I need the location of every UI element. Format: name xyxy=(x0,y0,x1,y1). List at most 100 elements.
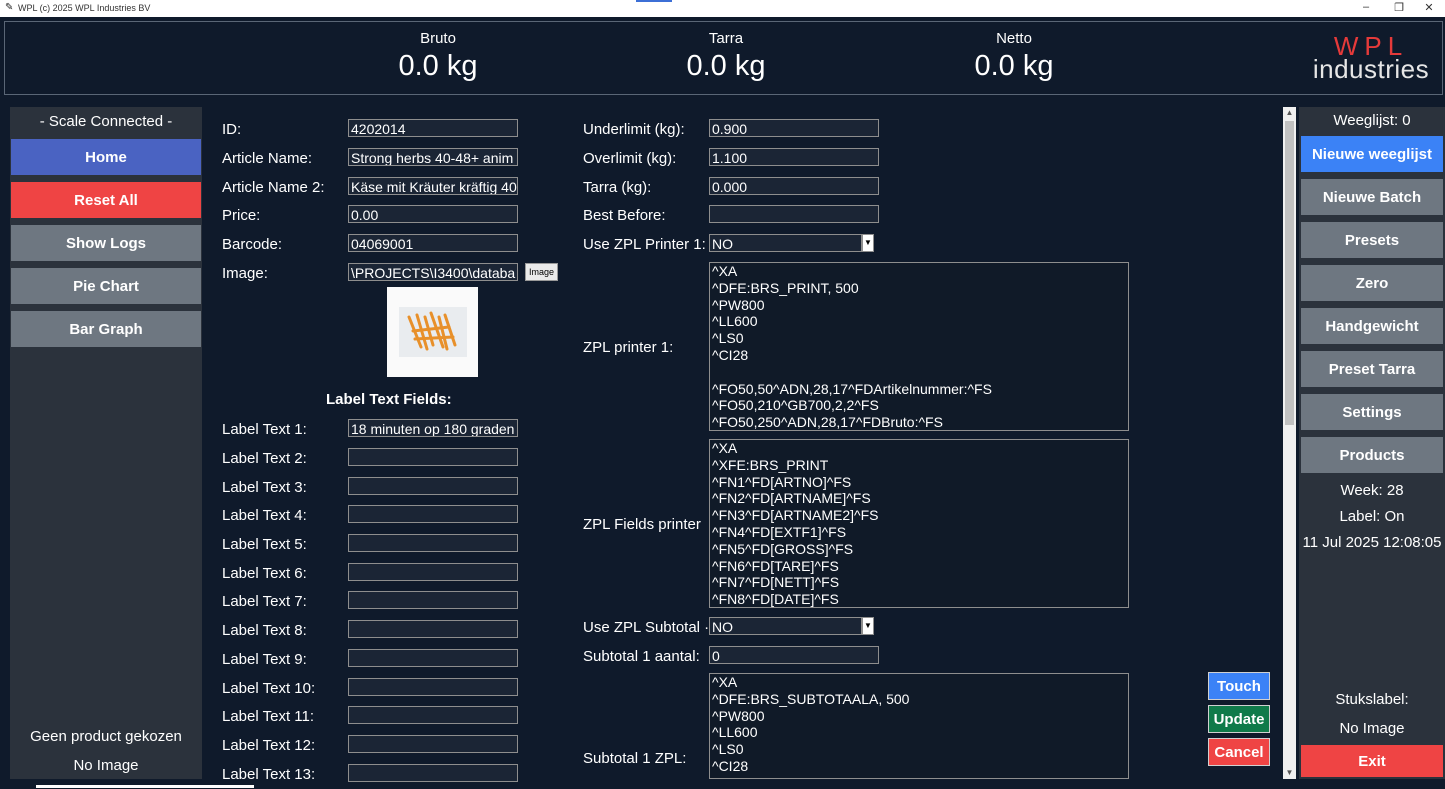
use-zpl-subtotal-select[interactable]: NO xyxy=(709,617,862,635)
chevron-down-icon[interactable]: ▼ xyxy=(862,234,874,252)
price-label: Price: xyxy=(222,207,261,224)
subtotal-zpl-label: Subtotal 1 ZPL: xyxy=(583,750,687,767)
scroll-up-icon[interactable]: ▲ xyxy=(1283,107,1296,119)
article-name2-label: Article Name 2: xyxy=(222,179,325,196)
pie-chart-button[interactable]: Pie Chart xyxy=(11,268,201,304)
nieuwe-weeglijst-button[interactable]: Nieuwe weeglijst xyxy=(1301,136,1443,172)
label-text-12-label: Label Text 12: xyxy=(222,737,316,754)
article-name2-field[interactable]: Käse mit Kräuter kräftig 40 xyxy=(348,177,518,195)
tarra-kg-field[interactable]: 0.000 xyxy=(709,177,879,195)
id-label: ID: xyxy=(222,121,242,138)
underlimit-label: Underlimit (kg): xyxy=(583,121,685,138)
best-before-field[interactable] xyxy=(709,205,879,223)
label-text-7-field[interactable] xyxy=(348,591,518,609)
netto-label: Netto xyxy=(996,30,1032,47)
zpl-printer-textarea[interactable]: ^XA ^DFE:BRS_PRINT, 500 ^PW800 ^LL600 ^L… xyxy=(709,262,1129,431)
label-text-3-field[interactable] xyxy=(348,477,518,495)
window-title: WPL (c) 2025 WPL Industries BV xyxy=(18,3,151,13)
label-text-8-field[interactable] xyxy=(348,620,518,638)
logo-wpl: WPL xyxy=(1333,34,1409,56)
exit-button[interactable]: Exit xyxy=(1301,745,1443,777)
label-text-4-field[interactable] xyxy=(348,505,518,523)
article-name-label: Article Name: xyxy=(222,150,313,167)
update-button[interactable]: Update xyxy=(1208,705,1270,733)
products-button[interactable]: Products xyxy=(1301,437,1443,473)
left-image-status: No Image xyxy=(73,757,139,774)
handgewicht-button[interactable]: Handgewicht xyxy=(1301,308,1443,344)
label-text-2-field[interactable] xyxy=(348,448,518,466)
reset-all-button[interactable]: Reset All xyxy=(11,182,201,218)
right-image-status: No Image xyxy=(1339,720,1405,737)
label-text-12-field[interactable] xyxy=(348,735,518,753)
label-text-8-label: Label Text 8: xyxy=(222,622,307,639)
label-text-5-label: Label Text 5: xyxy=(222,536,307,553)
minimize-icon[interactable]: – xyxy=(1351,1,1381,13)
bruto-value: 0.0 kg xyxy=(398,50,478,82)
bar-graph-button[interactable]: Bar Graph xyxy=(11,311,201,347)
nieuwe-batch-button[interactable]: Nieuwe Batch xyxy=(1301,179,1443,215)
chevron-down-icon[interactable]: ▼ xyxy=(862,617,874,635)
scroll-thumb[interactable] xyxy=(1285,121,1294,425)
settings-button[interactable]: Settings xyxy=(1301,394,1443,430)
bruto-display: Bruto 0.0 kg xyxy=(338,30,538,83)
use-zpl-printer-select[interactable]: NO xyxy=(709,234,862,252)
label-text-5-field[interactable] xyxy=(348,534,518,552)
tarra-kg-label: Tarra (kg): xyxy=(583,179,652,196)
zero-button[interactable]: Zero xyxy=(1301,265,1443,301)
right-sidebar: Weeglijst: 0 Nieuwe weeglijst Nieuwe Bat… xyxy=(1299,107,1445,779)
zpl-fields-textarea[interactable]: ^XA ^XFE:BRS_PRINT ^FN1^FD[ARTNO]^FS ^FN… xyxy=(709,439,1129,608)
tarra-display: Tarra 0.0 kg xyxy=(626,30,826,83)
subtotal-aantal-label: Subtotal 1 aantal: xyxy=(583,648,700,665)
label-text-13-label: Label Text 13: xyxy=(222,766,316,783)
scroll-down-icon[interactable]: ▼ xyxy=(1283,767,1296,779)
label-text-9-field[interactable] xyxy=(348,649,518,667)
label-text-3-label: Label Text 3: xyxy=(222,479,307,496)
subtotal-zpl-textarea[interactable]: ^XA ^DFE:BRS_SUBTOTAALA, 500 ^PW800 ^LL6… xyxy=(709,673,1129,779)
subtotal-aantal-field[interactable]: 0 xyxy=(709,646,879,664)
overlimit-field[interactable]: 1.100 xyxy=(709,148,879,166)
id-field[interactable]: 4202014 xyxy=(348,119,518,137)
touch-button[interactable]: Touch xyxy=(1208,672,1270,700)
price-field[interactable]: 0.00 xyxy=(348,205,518,223)
cancel-button[interactable]: Cancel xyxy=(1208,738,1270,766)
label-text-10-label: Label Text 10: xyxy=(222,680,316,697)
product-status: Geen product gekozen xyxy=(30,728,182,745)
presets-button[interactable]: Presets xyxy=(1301,222,1443,258)
week-number: Week: 28 xyxy=(1340,482,1404,499)
label-text-1-label: Label Text 1: xyxy=(222,421,307,438)
label-text-13-field[interactable] xyxy=(348,764,518,782)
company-logo: WPL industries xyxy=(1300,34,1442,84)
image-browse-button[interactable]: Image xyxy=(525,263,558,281)
image-path-field[interactable]: \PROJECTS\I3400\databa xyxy=(348,263,518,281)
show-logs-button[interactable]: Show Logs xyxy=(11,225,201,261)
best-before-label: Best Before: xyxy=(583,207,666,224)
close-icon[interactable]: ✕ xyxy=(1414,1,1444,14)
logo-industries: industries xyxy=(1312,54,1430,84)
label-text-11-field[interactable] xyxy=(348,706,518,724)
weeglijst-count: Weeglijst: 0 xyxy=(1333,112,1411,129)
restore-icon[interactable]: ❐ xyxy=(1384,1,1414,14)
barcode-label: Barcode: xyxy=(222,236,283,253)
label-text-9-label: Label Text 9: xyxy=(222,651,307,668)
netto-display: Netto 0.0 kg xyxy=(914,30,1114,83)
form-scrollbar[interactable]: ▲ ▼ xyxy=(1283,107,1296,779)
label-text-1-field[interactable]: 18 minuten op 180 graden xyxy=(348,419,518,437)
underlimit-field[interactable]: 0.900 xyxy=(709,119,879,137)
home-button[interactable]: Home xyxy=(11,139,201,175)
overlimit-label: Overlimit (kg): xyxy=(583,150,677,167)
stukslabel-label: Stukslabel: xyxy=(1335,691,1409,708)
product-form: ID: 4202014 Article Name: Strong herbs 4… xyxy=(210,107,1280,783)
zpl-fields-label: ZPL Fields printer xyxy=(583,516,701,533)
article-name-field[interactable]: Strong herbs 40-48+ anim xyxy=(348,148,518,166)
app-icon: ✎ xyxy=(5,2,14,13)
preset-tarra-button[interactable]: Preset Tarra xyxy=(1301,351,1443,387)
label-text-10-field[interactable] xyxy=(348,678,518,696)
barcode-field[interactable]: 04069001 xyxy=(348,234,518,252)
image-label: Image: xyxy=(222,265,268,282)
bruto-label: Bruto xyxy=(420,30,456,47)
use-zpl-subtotal-label: Use ZPL Subtotal · xyxy=(583,619,710,636)
label-status: Label: On xyxy=(1339,508,1405,525)
datetime: 11 Jul 2025 12:08:05 xyxy=(1302,534,1442,551)
label-text-heading: Label Text Fields: xyxy=(326,391,452,408)
label-text-6-field[interactable] xyxy=(348,563,518,581)
